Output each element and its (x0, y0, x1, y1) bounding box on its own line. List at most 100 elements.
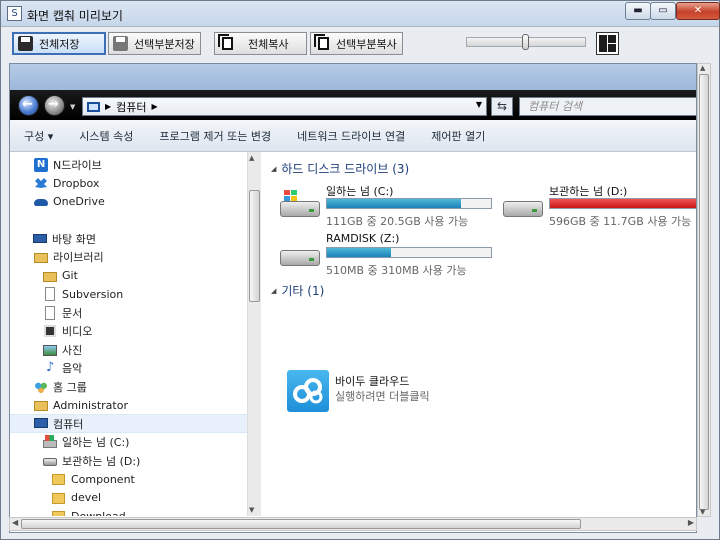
nav-item-label: 바탕 화면 (52, 232, 96, 246)
command-bar: 구성 ▾ 시스템 속성 프로그램 제거 또는 변경 네트워크 드라이브 연결 제어판 열… (10, 120, 696, 152)
copy-selection-button[interactable]: 선택부분복사 (310, 32, 403, 55)
user-folder-icon (34, 398, 48, 412)
breadcrumb-computer[interactable]: 컴퓨터 (116, 99, 146, 115)
group-title-hdd: 하드 디스크 드라이브 (3) (281, 162, 410, 176)
back-arrow-icon: ← (22, 97, 33, 112)
address-dropdown-icon[interactable]: ▼ (476, 100, 482, 109)
preview-horizontal-thumb[interactable] (21, 519, 581, 529)
address-field[interactable]: ▶ 컴퓨터 ▶ ▼ (82, 97, 487, 116)
nav-item-label: Subversion (62, 287, 124, 301)
nav-item-5[interactable]: 라이브러리 (10, 248, 247, 267)
copy-all-label: 전체복사 (248, 37, 289, 51)
capture-preview-window: S 화면 캡춰 미리보기 ▬ ▭ ✕ 전체저장 선택부분저장 전체복사 선택부분… (0, 0, 720, 540)
preview-horizontal-scrollbar[interactable]: ◀ ▶ (9, 517, 697, 531)
scroll-right-icon[interactable]: ▶ (688, 518, 694, 527)
save-selection-button[interactable]: 선택부분저장 (108, 32, 201, 55)
nav-item-0[interactable]: N N드라이브 (10, 155, 247, 174)
back-button[interactable]: ← (18, 95, 39, 116)
nav-item-8[interactable]: 문서 (10, 303, 247, 322)
explorer-frame-top (10, 64, 696, 90)
command-4[interactable]: 제어판 열기 (431, 128, 485, 144)
layout-grid-button[interactable] (596, 32, 619, 55)
group-title-other: 기타 (1) (281, 284, 325, 298)
picture-icon (43, 343, 57, 357)
preview-vertical-thumb[interactable] (699, 74, 709, 510)
scroll-down-icon[interactable]: ▼ (249, 506, 254, 514)
windows-drive-icon (43, 435, 57, 449)
drive-tile-1[interactable]: 보관하는 넘 (D:) 596GB 중 11.7GB 사용 가능 (501, 183, 696, 228)
scroll-up-icon[interactable]: ▲ (700, 64, 705, 72)
refresh-button[interactable]: ⇆ (491, 97, 513, 116)
baidu-cloud-name[interactable]: 바이두 클라우드 (335, 373, 409, 389)
search-input[interactable]: 컴퓨터 검색 (519, 97, 696, 116)
captured-screenshot[interactable]: ← → ▼ ▶ 컴퓨터 ▶ ▼ ⇆ 컴퓨터 검색 구성 ▾ 시스템 속성 프로그램 … (9, 63, 697, 533)
minimize-button[interactable]: ▬ (625, 2, 651, 20)
drive-tile-2[interactable]: RAMDISK (Z:) 510MB 중 310MB 사용 가능 (278, 232, 498, 277)
scroll-left-icon[interactable]: ◀ (12, 518, 18, 527)
nav-item-label: 사진 (62, 343, 83, 357)
command-3[interactable]: 네트워크 드라이브 연결 (297, 128, 405, 144)
zoom-slider-thumb[interactable] (522, 34, 529, 50)
document-icon (43, 305, 57, 320)
windows-drive-icon (278, 190, 322, 221)
homegroup-icon (34, 380, 48, 394)
drive-tile-0[interactable]: 일하는 넘 (C:) 111GB 중 20.5GB 사용 가능 (278, 183, 498, 228)
layout-grid-icon (599, 35, 616, 52)
document-icon (43, 287, 57, 301)
nav-item-2[interactable]: OneDrive (10, 192, 247, 211)
nav-item-label: 보관하는 넘 (D:) (62, 454, 141, 468)
nav-item-15[interactable]: 일하는 넘 (C:) (10, 433, 247, 452)
maximize-button[interactable]: ▭ (650, 2, 676, 20)
command-0[interactable]: 구성 ▾ (24, 128, 53, 144)
floppy-icon (18, 36, 33, 51)
nav-item-label: Git (62, 269, 78, 282)
floppy-icon (113, 36, 128, 51)
drive-usage-fill (327, 199, 462, 208)
forward-button[interactable]: → (44, 95, 65, 116)
baidu-cloud-icon[interactable] (287, 370, 329, 412)
navigation-pane: N N드라이브 Dropbox OneDrive 바탕 화면라이브러리 Git Subver… (10, 152, 247, 516)
nav-item-11[interactable]: ♪ 음악 (10, 359, 247, 378)
scroll-down-icon[interactable]: ▼ (700, 508, 705, 516)
nav-item-14[interactable]: 컴퓨터 (10, 414, 247, 433)
nav-item-10[interactable]: 사진 (10, 340, 247, 359)
nav-item-label: 문서 (62, 306, 83, 320)
nav-item-1[interactable]: Dropbox (10, 174, 247, 193)
ndrive-icon: N (34, 157, 48, 172)
drive-space-info: 596GB 중 11.7GB 사용 가능 (549, 215, 692, 228)
preview-vertical-scrollbar[interactable]: ▲ ▼ (697, 63, 711, 517)
nav-item-16[interactable]: 보관하는 넘 (D:) (10, 451, 247, 470)
nav-item-label: 일하는 넘 (C:) (62, 436, 130, 449)
drive-usage-bar (549, 198, 696, 209)
window-title: 화면 캡춰 미리보기 (27, 9, 123, 23)
nav-item-4[interactable]: 바탕 화면 (10, 229, 247, 248)
refresh-icon: ⇆ (496, 99, 508, 113)
nav-item-12[interactable]: 홈 그룹 (10, 377, 247, 396)
folder-icon (52, 491, 66, 505)
group-header-hdd[interactable]: ◢ 하드 디스크 드라이브 (3) (271, 160, 409, 177)
copy-all-button[interactable]: 전체복사 (214, 32, 307, 55)
zoom-slider[interactable] (466, 34, 586, 50)
nav-item-13[interactable]: Administrator (10, 396, 247, 415)
group-header-other[interactable]: ◢ 기타 (1) (271, 282, 324, 299)
command-1[interactable]: 시스템 속성 (79, 128, 133, 144)
recent-pages-dropdown-icon[interactable]: ▼ (70, 103, 75, 111)
title-bar: S 화면 캡춰 미리보기 ▬ ▭ ✕ (1, 1, 720, 27)
save-all-button[interactable]: 전체저장 (12, 32, 106, 55)
save-all-label: 전체저장 (39, 37, 80, 51)
scroll-up-icon[interactable]: ▲ (249, 154, 254, 162)
onedrive-icon (34, 195, 48, 209)
address-bar-area: ← → ▼ ▶ 컴퓨터 ▶ ▼ ⇆ 컴퓨터 검색 (10, 90, 696, 120)
nav-item-6[interactable]: Git (10, 266, 247, 285)
nav-scrollbar[interactable]: ▲ ▼ (247, 152, 261, 516)
close-button[interactable]: ✕ (676, 2, 720, 20)
command-2[interactable]: 프로그램 제거 또는 변경 (159, 128, 271, 144)
copy-selection-label: 선택부분복사 (336, 37, 397, 51)
nav-item-18[interactable]: devel (10, 488, 247, 507)
nav-item-label: Dropbox (53, 176, 100, 190)
nav-scrollbar-thumb[interactable] (249, 190, 260, 302)
nav-item-9[interactable]: 비디오 (10, 322, 247, 341)
nav-item-17[interactable]: Component (10, 470, 247, 489)
nav-item-7[interactable]: Subversion (10, 285, 247, 304)
nav-item-19[interactable]: Download (10, 507, 247, 516)
